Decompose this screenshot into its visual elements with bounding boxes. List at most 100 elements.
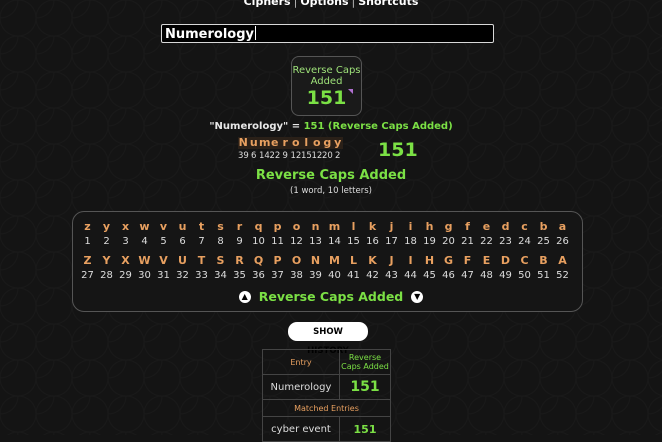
cipher-value: 31 (157, 270, 170, 281)
cipher-letter: Y (102, 254, 111, 267)
cipher-letter: F (463, 254, 472, 267)
table-row: Numerology 151 (262, 374, 391, 400)
cipher-value: 14 (328, 236, 341, 247)
cipher-letter: W (138, 254, 151, 267)
breakdown-value: 9 (282, 151, 288, 161)
cipher-value: 41 (347, 270, 360, 281)
breakdown-value: 22 (269, 151, 281, 161)
nav-ciphers[interactable]: Ciphers (244, 0, 291, 8)
table-row: cyber event 151 (262, 416, 391, 442)
result-summary: "Numerology" = 151 (Reverse Caps Added) (0, 121, 662, 132)
cipher-value: 21 (461, 236, 474, 247)
cipher-value: 36 (252, 270, 265, 281)
cipher-letter: T (197, 254, 206, 267)
cipher-value: 6 (179, 236, 186, 247)
cipher-value: 32 (176, 270, 189, 281)
chevron-down-icon[interactable]: ▼ (411, 290, 424, 303)
cipher-value: 34 (214, 270, 227, 281)
cipher-letter: u (178, 220, 187, 233)
search-input[interactable]: Numerology (161, 24, 494, 43)
cipher-letter: q (254, 220, 263, 233)
cipher-value: 9 (236, 236, 243, 247)
cipher-value: 22 (480, 236, 493, 247)
cipher-value: 17 (385, 236, 398, 247)
matched-value[interactable]: 151 (339, 416, 391, 442)
show-history-button[interactable]: SHOW HISTORY (288, 322, 368, 356)
breakdown-letter: r (280, 137, 291, 149)
breakdown-value: 14 (259, 151, 270, 161)
cipher-letter: y (102, 220, 111, 233)
cipher-value: 19 (423, 236, 436, 247)
cipher-letter: D (500, 254, 511, 267)
nav-options[interactable]: Options (300, 0, 348, 8)
cipher-value: 35 (233, 270, 246, 281)
cipher-letter: Z (83, 254, 92, 267)
text-caret (255, 26, 257, 40)
history-header-entry: Entry (262, 349, 340, 375)
cipher-letter: S (216, 254, 225, 267)
summary-equals: = (288, 121, 304, 132)
cipher-value: 28 (100, 270, 113, 281)
cipher-value: 42 (366, 270, 379, 281)
cipher-value: 43 (385, 270, 398, 281)
cipher-letter: j (389, 220, 394, 233)
cipher-letter: g (444, 220, 453, 233)
cipher-letter: l (351, 220, 356, 233)
cipher-letter: c (521, 220, 528, 233)
cipher-value: 18 (404, 236, 417, 247)
cipher-value: 46 (442, 270, 455, 281)
summary-result: 151 (Reverse Caps Added) (303, 121, 453, 132)
cipher-value: 25 (537, 236, 550, 247)
cipher-value: 37 (271, 270, 284, 281)
cipher-letter: e (482, 220, 491, 233)
history-value[interactable]: 151 (339, 374, 391, 400)
cipher-switcher: ▲ Reverse Caps Added ▼ (0, 286, 662, 305)
cipher-letter: b (539, 220, 548, 233)
breakdown-letter: l (301, 137, 312, 149)
cipher-letter: x (121, 220, 130, 233)
history-word[interactable]: Numerology (262, 374, 340, 400)
cipher-letter: M (329, 254, 340, 267)
breakdown-letter: e (269, 136, 280, 149)
cipher-value: 3 (122, 236, 129, 247)
corner-marker-icon (348, 89, 353, 94)
cipher-letter: o (292, 220, 301, 233)
cipher-letter: v (159, 220, 168, 233)
matched-entries-label: Matched Entries (262, 399, 391, 417)
breakdown-value: 15 (301, 151, 312, 161)
nav-separator: | (351, 0, 356, 8)
cipher-value: 20 (442, 236, 455, 247)
cipher-value: 48 (480, 270, 493, 281)
breakdown-letter: u (248, 136, 259, 149)
cipher-value: 50 (518, 270, 531, 281)
cipher-result-box[interactable]: Reverse Caps Added 151 (291, 56, 362, 116)
cipher-letter: R (235, 254, 244, 267)
cipher-letter: i (408, 220, 413, 233)
cipher-value: 44 (404, 270, 417, 281)
cipher-letter: X (121, 254, 130, 267)
cipher-letter: K (368, 254, 377, 267)
nav-shortcuts[interactable]: Shortcuts (358, 0, 418, 8)
breakdown-letter: N (238, 136, 249, 149)
cipher-letter: a (558, 220, 567, 233)
cipher-letter: h (425, 220, 434, 233)
chevron-up-icon[interactable]: ▲ (238, 290, 251, 303)
matched-word[interactable]: cyber event (262, 416, 340, 442)
cipher-value: 27 (81, 270, 94, 281)
search-value: Numerology (165, 27, 255, 42)
cipher-value: 23 (499, 236, 512, 247)
cipher-box-name: Reverse Caps Added (292, 65, 361, 87)
breakdown-total: 151 (378, 139, 418, 161)
word-count: (1 word, 10 letters) (290, 186, 372, 196)
cipher-letter: p (273, 220, 282, 233)
breakdown-value: 12 (290, 151, 302, 161)
cipher-value: 39 (309, 270, 322, 281)
cipher-value: 47 (461, 270, 474, 281)
cipher-letter: r (236, 220, 243, 233)
cipher-letter: Q (253, 254, 264, 267)
cipher-value: 5 (160, 236, 167, 247)
cipher-letter: s (217, 220, 224, 233)
cipher-letter: P (273, 254, 282, 267)
top-nav: Ciphers | Options | Shortcuts (0, 0, 662, 8)
cipher-letter: O (291, 254, 302, 267)
